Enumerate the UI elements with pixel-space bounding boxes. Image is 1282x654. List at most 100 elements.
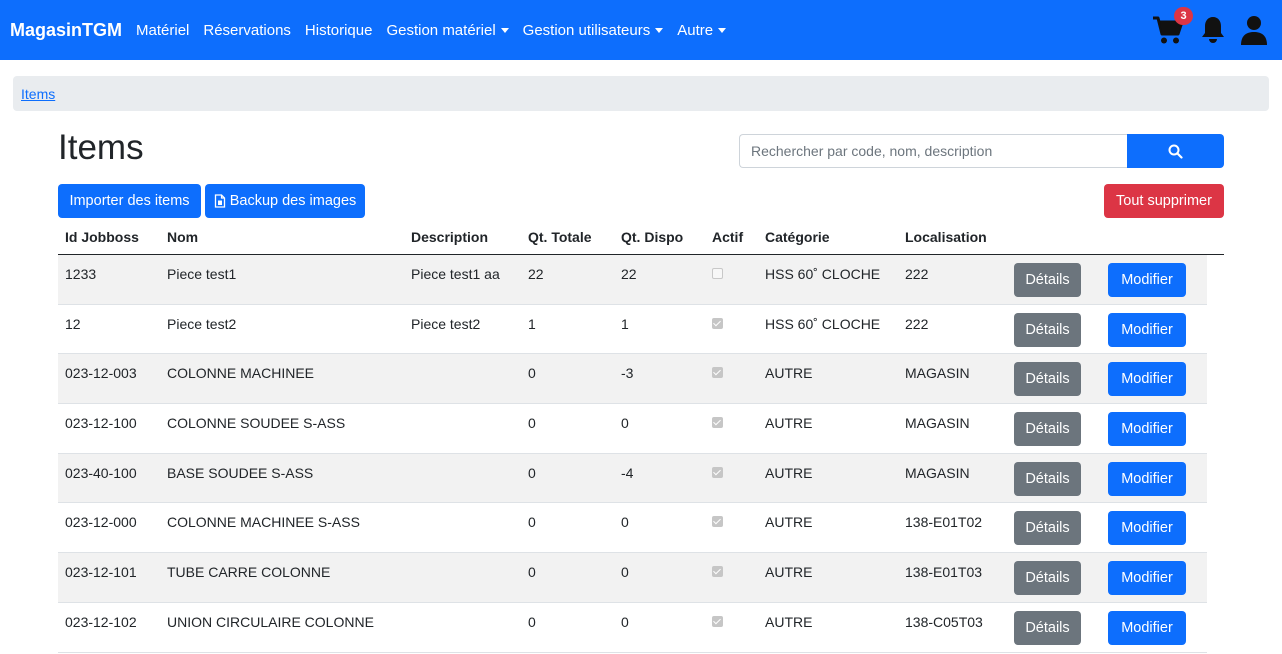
cell-name: BASE SOUDEE S-ASS: [167, 464, 314, 481]
cell-id: 023-12-000: [65, 514, 137, 531]
cart-button[interactable]: 3: [1152, 7, 1193, 45]
cell-id: 1233: [65, 266, 97, 282]
navbar: MagasinTGM Matériel Réservations Histori…: [0, 0, 1282, 60]
cell-name: COLONNE MACHINEE S-ASS: [167, 514, 360, 531]
cell-qty-total: 0: [528, 415, 536, 432]
nav-dropdown-gestion-utilisateurs[interactable]: Gestion utilisateurs: [523, 22, 664, 39]
table-row: 023-12-100 COLONNE SOUDEE S-ASS 0 0 AUTRE MAG…: [58, 404, 1207, 454]
nav-dropdown-autre[interactable]: Autre: [677, 21, 727, 39]
cell-category: AUTRE: [765, 514, 813, 531]
cell-location: 138-E01T03: [905, 564, 983, 581]
active-checkbox: [712, 516, 723, 528]
edit-button[interactable]: Modifier: [1108, 263, 1186, 297]
nav-item-label: Autre: [677, 21, 714, 39]
header-location: Localisation: [905, 229, 987, 245]
cell-category: HSS 60˚ CLOCHE: [765, 266, 881, 282]
nav-item-label: Historique: [304, 21, 373, 39]
cart-count-badge: 3: [1174, 7, 1193, 25]
cell-id: 023-40-100: [65, 464, 137, 481]
items-table: Id Jobboss Nom Description Qt. Totale Qt…: [58, 220, 1224, 653]
cell-category: AUTRE: [765, 464, 813, 481]
backup-images-label: Backup des images: [229, 193, 357, 209]
cell-name: COLONNE MACHINEE: [167, 365, 315, 382]
caret-down-icon: [718, 27, 727, 33]
details-button[interactable]: Détails: [1014, 461, 1081, 496]
cell-name: UNION CIRCULAIRE COLONNE: [167, 613, 374, 630]
details-button[interactable]: Détails: [1014, 610, 1081, 645]
nav-item-label: Gestion matériel: [386, 21, 496, 39]
details-button[interactable]: Détails: [1014, 362, 1081, 397]
page-title: Items: [58, 128, 144, 167]
nav-item-reservations[interactable]: Réservations: [203, 22, 291, 39]
edit-button[interactable]: Modifier: [1108, 511, 1186, 546]
details-button[interactable]: Détails: [1014, 263, 1081, 297]
import-items-label: Importer des items: [69, 193, 190, 209]
nav-item-label: Réservations: [203, 21, 291, 39]
cell-location: 138-C05T03: [905, 613, 983, 630]
nav-item-historique[interactable]: Historique: [305, 22, 373, 39]
edit-button[interactable]: Modifier: [1108, 561, 1186, 596]
cell-id: 12: [65, 315, 81, 332]
header-qty-available: Qt. Dispo: [621, 229, 684, 245]
edit-button[interactable]: Modifier: [1108, 610, 1186, 645]
nav-item-label: Matériel: [136, 21, 190, 39]
caret-down-icon: [500, 27, 509, 33]
edit-button[interactable]: Modifier: [1108, 461, 1186, 496]
breadcrumb: Items: [13, 76, 1269, 111]
cell-name: Piece test1: [167, 266, 237, 282]
table-header: Id Jobboss Nom Description Qt. Totale Qt…: [58, 220, 1224, 255]
cell-qty-total: 1: [528, 315, 536, 332]
table-row: 023-12-102 UNION CIRCULAIRE COLONNE 0 0 AUTR…: [58, 603, 1207, 653]
cell-qty-total: 0: [528, 514, 536, 531]
header-description: Description: [411, 229, 489, 245]
file-icon: [214, 194, 225, 208]
header-qty-total: Qt. Totale: [528, 229, 592, 245]
header-id: Id Jobboss: [65, 229, 139, 245]
cell-location: 222: [905, 266, 929, 282]
breadcrumb-link-items[interactable]: Items: [21, 86, 55, 102]
nav-item-label: Gestion utilisateurs: [522, 21, 651, 39]
cell-qty-available: -3: [621, 365, 634, 382]
edit-button[interactable]: Modifier: [1108, 362, 1186, 397]
delete-all-button[interactable]: Tout supprimer: [1104, 184, 1224, 218]
edit-button[interactable]: Modifier: [1108, 312, 1186, 347]
active-checkbox: [712, 466, 723, 478]
active-checkbox: [712, 367, 723, 379]
table-row: 023-12-101 TUBE CARRE COLONNE 0 0 AUTRE 138-E…: [58, 553, 1207, 603]
cell-name: Piece test2: [167, 315, 237, 332]
cell-id: 023-12-003: [65, 365, 137, 382]
nav-dropdown-gestion-materiel[interactable]: Gestion matériel: [386, 21, 509, 39]
bell-icon: [1202, 17, 1224, 43]
table-row: 12 Piece test2 Piece test2 1 1 HSS 60˚ CLOCHE…: [58, 305, 1207, 355]
edit-button[interactable]: Modifier: [1108, 412, 1186, 447]
details-button[interactable]: Détails: [1014, 412, 1081, 447]
brand-logo[interactable]: MagasinTGM: [10, 20, 122, 41]
active-checkbox: [712, 268, 723, 279]
table-body: 1233 Piece test1 Piece test1 aa 22 22 HSS 60˚…: [58, 255, 1224, 653]
cell-qty-total: 22: [528, 266, 544, 282]
delete-all-label: Tout supprimer: [1116, 193, 1212, 209]
table-row: 023-12-003 COLONNE MACHINEE 0 -3 AUTRE MAGASI…: [58, 354, 1207, 405]
cell-location: MAGASIN: [905, 415, 970, 432]
cell-category: AUTRE: [765, 415, 813, 432]
notifications-button[interactable]: [1200, 15, 1226, 45]
active-checkbox: [712, 317, 723, 329]
import-items-button[interactable]: Importer des items: [58, 184, 201, 218]
details-button[interactable]: Détails: [1014, 511, 1081, 546]
user-menu-button[interactable]: [1240, 15, 1268, 45]
search-icon: [1168, 144, 1183, 159]
table-row: 1233 Piece test1 Piece test1 aa 22 22 HSS 60˚…: [58, 255, 1207, 305]
nav-item-materiel[interactable]: Matériel: [136, 22, 189, 39]
search-input[interactable]: [739, 134, 1127, 168]
cell-location: MAGASIN: [905, 365, 970, 382]
search-button[interactable]: [1127, 134, 1224, 168]
cell-qty-total: 0: [528, 564, 536, 581]
header-name: Nom: [167, 229, 199, 245]
backup-images-button[interactable]: Backup des images: [205, 184, 365, 218]
details-button[interactable]: Détails: [1014, 561, 1081, 596]
cell-qty-total: 0: [528, 613, 536, 630]
cell-location: MAGASIN: [905, 464, 970, 481]
active-checkbox: [712, 566, 723, 578]
table-row: 023-40-100 BASE SOUDEE S-ASS 0 -4 AUTRE MAGAS…: [58, 453, 1207, 504]
details-button[interactable]: Détails: [1014, 312, 1081, 347]
